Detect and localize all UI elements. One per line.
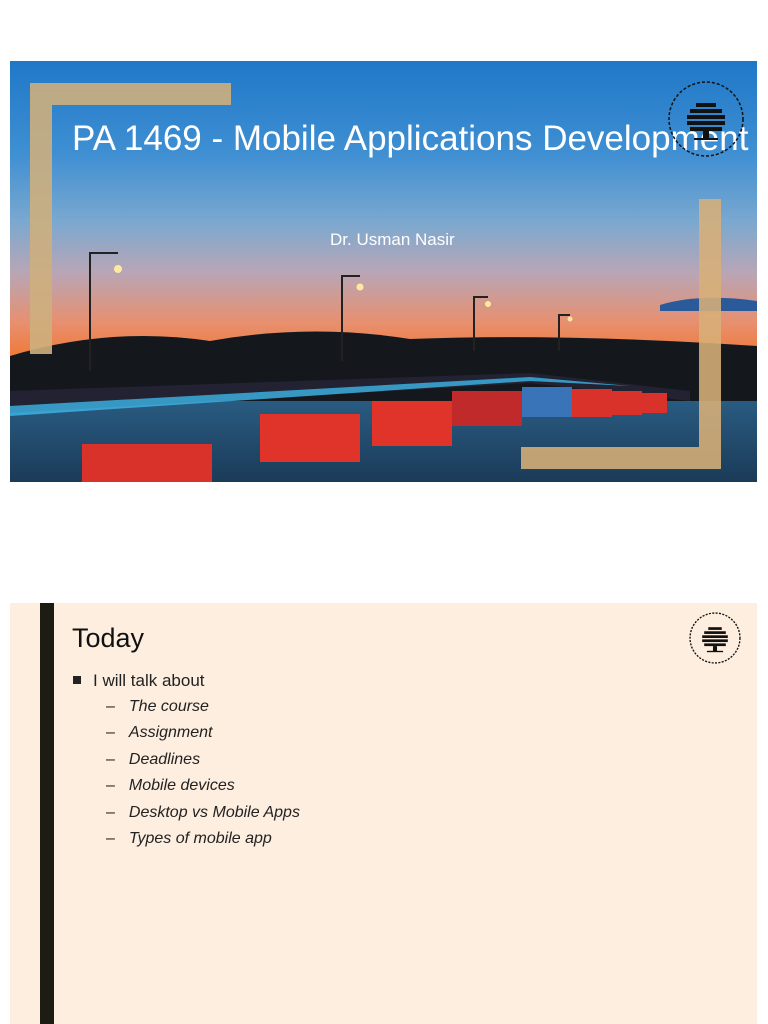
decorative-frame-bottom-right xyxy=(521,199,721,469)
list-item-text: The course xyxy=(128,698,209,715)
bth-logo-icon xyxy=(689,612,741,664)
bullet-item: I will talk about xyxy=(73,671,205,691)
list-item-text: Mobile devices xyxy=(128,777,235,795)
title-slide: PA 1469 - Mobile Applications Developmen… xyxy=(10,61,757,482)
bullet-text: I will talk about xyxy=(93,671,205,690)
slide-title: PA 1469 - Mobile Applications Developmen… xyxy=(72,119,749,158)
slide-author: Dr. Usman Nasir xyxy=(330,230,455,249)
list-item: – Mobile devices xyxy=(106,777,235,795)
list-item: – Types of mobile app xyxy=(106,829,272,847)
agenda-slide: Today I will talk about – The course – Ass… xyxy=(10,603,757,1024)
sub-bullet-list: – The course – Assignment – Deadlines – Mobi… xyxy=(106,698,300,856)
list-item: – Deadlines xyxy=(106,750,201,768)
list-item: – Desktop vs Mobile Apps xyxy=(106,803,300,821)
slide-title: Today xyxy=(72,623,145,653)
accent-bar xyxy=(40,603,54,1024)
list-item-text: Desktop vs Mobile Apps xyxy=(128,803,300,821)
bth-logo-icon xyxy=(668,81,744,157)
list-item-text: Deadlines xyxy=(128,750,201,768)
square-bullet-icon xyxy=(73,676,81,684)
list-item: – The course xyxy=(106,698,209,715)
list-item-text: Assignment xyxy=(128,724,213,742)
list-item-text: Types of mobile app xyxy=(128,829,272,847)
list-item: – Assignment xyxy=(106,724,213,742)
